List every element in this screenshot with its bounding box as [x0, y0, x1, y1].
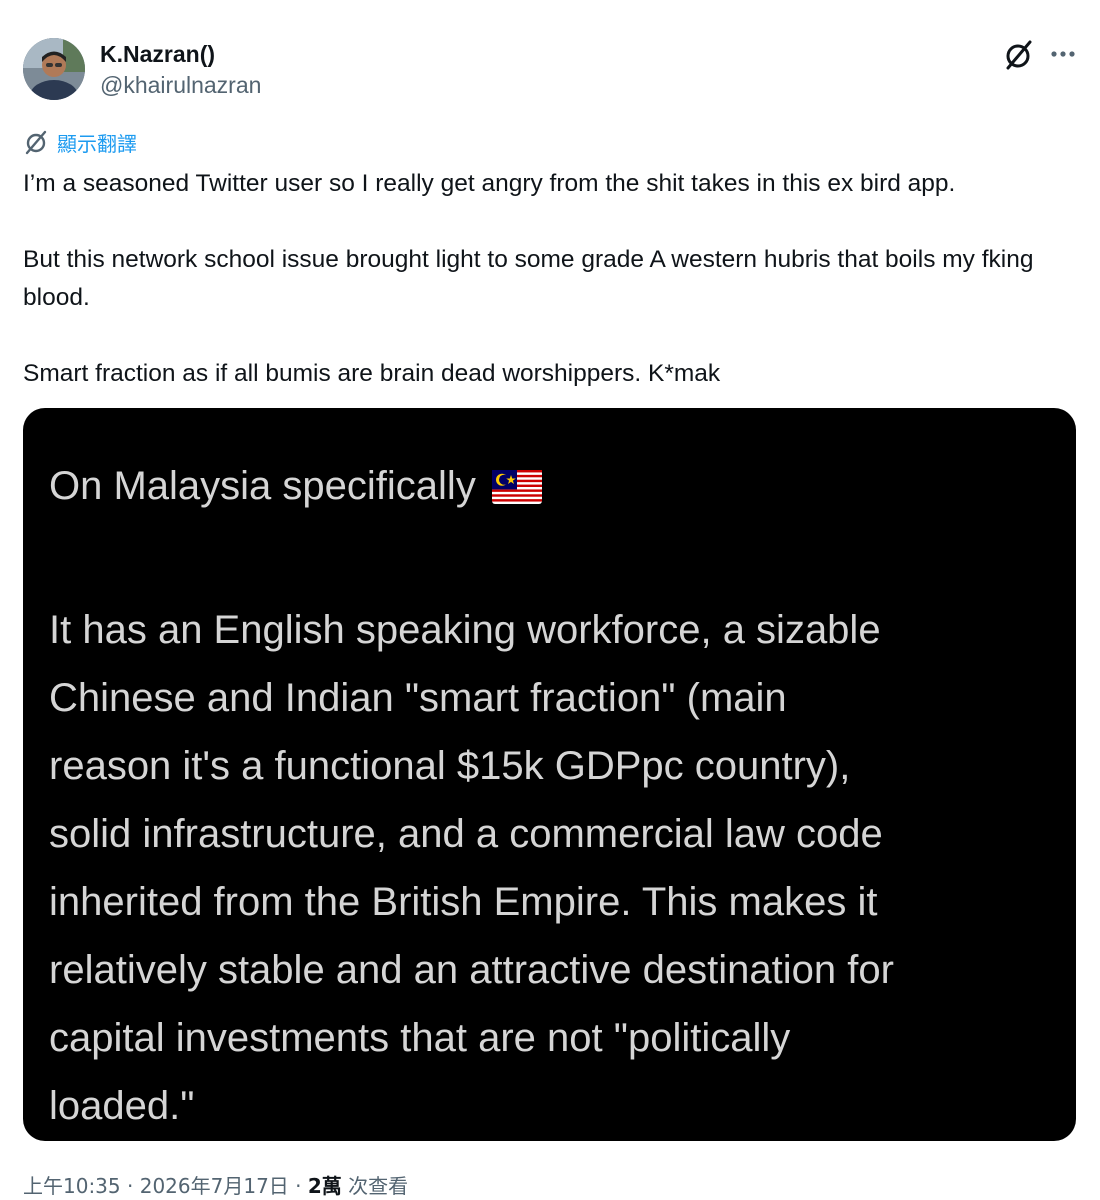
- views-label: 次查看: [341, 1174, 409, 1198]
- author-display-name[interactable]: K.Nazran(): [100, 41, 215, 68]
- image-text-line: solid infrastructure, and a commercial l…: [49, 812, 883, 856]
- image-text-line: relatively stable and an attractive dest…: [49, 948, 894, 992]
- image-text-line: reason it's a functional $15k GDPpc coun…: [49, 744, 851, 788]
- attached-image[interactable]: On Malaysia specifically It has an Engli…: [23, 408, 1076, 1141]
- author-handle[interactable]: @khairulnazran: [100, 72, 261, 99]
- tweet-time[interactable]: 上午10:35: [23, 1174, 121, 1198]
- image-text-line: inherited from the British Empire. This …: [49, 880, 878, 924]
- views-count[interactable]: 2萬: [308, 1174, 342, 1198]
- image-text-line: capital investments that are not "politi…: [49, 1016, 791, 1060]
- image-heading: On Malaysia specifically: [49, 464, 542, 509]
- show-translation-label: 顯示翻譯: [57, 131, 137, 156]
- tweet-date[interactable]: 2026年7月17日: [140, 1174, 289, 1198]
- more-horizontal-icon[interactable]: [1050, 44, 1076, 64]
- image-text-line: loaded.": [49, 1084, 195, 1128]
- tweet-body: I’m a seasoned Twitter user so I really …: [23, 165, 1083, 393]
- avatar[interactable]: [23, 38, 85, 100]
- image-text-line: It has an English speaking workforce, a …: [49, 608, 881, 652]
- show-translation-button[interactable]: 顯示翻譯: [23, 128, 137, 156]
- tweet-metadata: 上午10:35 · 2026年7月17日 · 2萬 次查看: [23, 1170, 408, 1199]
- image-text-line: Chinese and Indian "smart fraction" (mai…: [49, 676, 787, 720]
- malaysia-flag-icon: [491, 469, 542, 504]
- image-body-text: It has an English speaking workforce, a …: [49, 596, 1059, 1140]
- translate-slash-icon: [25, 130, 47, 155]
- tweet-paragraph: Smart fraction as if all bumis are brain…: [23, 360, 721, 387]
- grok-slash-circle-icon[interactable]: [1002, 38, 1036, 72]
- tweet-card: K.Nazran() @khairulnazran 顯示翻譯 I’m a sea…: [0, 0, 1100, 1200]
- tweet-paragraph: But this network school issue brought li…: [23, 246, 1034, 311]
- tweet-paragraph: I’m a seasoned Twitter user so I really …: [23, 170, 956, 197]
- image-heading-text: On Malaysia specifically: [49, 464, 476, 508]
- separator: ·: [120, 1174, 140, 1198]
- separator: ·: [288, 1174, 308, 1198]
